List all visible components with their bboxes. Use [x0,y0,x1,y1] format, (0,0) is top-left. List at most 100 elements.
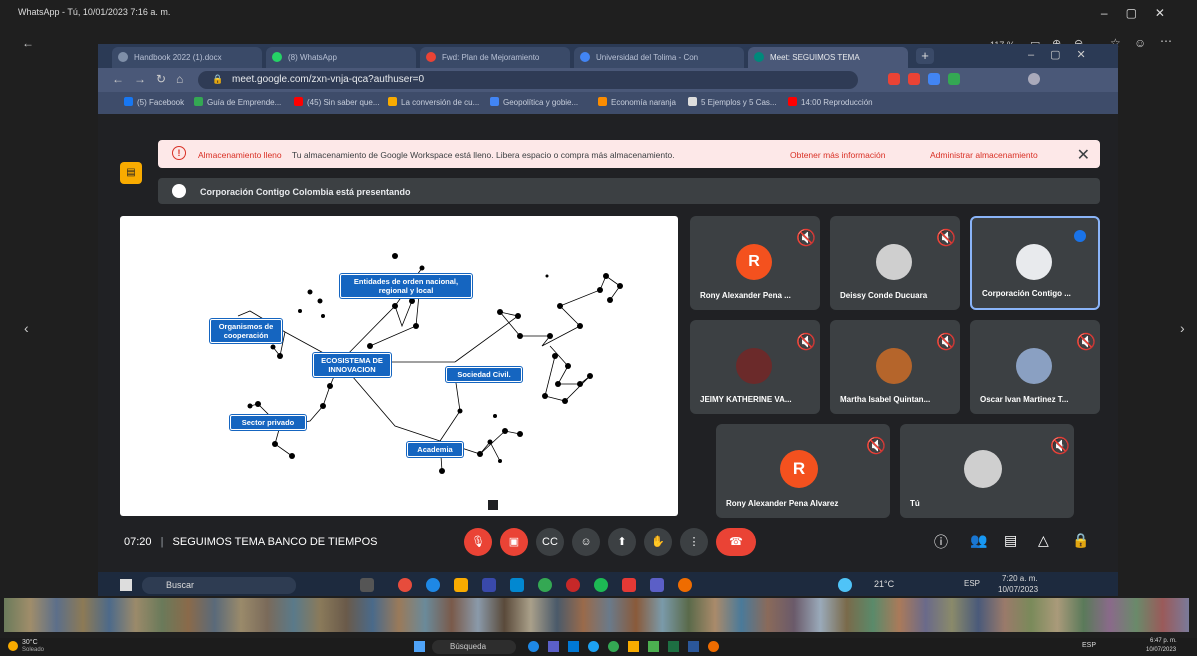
browser-tab-strip: Handbook 2022 (1).docx (8) WhatsApp Fwd:… [98,44,1118,68]
app-icon[interactable] [678,578,692,592]
window-controls[interactable]: –▢✕ [1028,48,1102,61]
raise-hand-button[interactable]: ✋ [644,528,672,556]
taskview-icon[interactable] [360,578,374,592]
language-indicator[interactable]: ESP [964,579,980,588]
mic-off-icon: 🔇 [936,230,956,247]
node-sociedad: Sociedad Civil. [446,367,522,382]
activities-icon[interactable]: △ [1038,532,1049,549]
edge-icon[interactable] [426,578,440,592]
taskbar-search[interactable]: Búsqueda [432,640,516,654]
participant-name: Corporación Contigo ... [982,289,1071,298]
file-explorer-icon[interactable] [628,641,639,652]
next-arrow-icon[interactable]: › [1180,320,1185,336]
meeting-title: SEGUIMOS TEMA BANCO DE TIEMPOS [172,536,378,548]
meet-icon [754,52,764,62]
participant-tile[interactable]: 🔇 Oscar Ivan Martinez T... [970,320,1100,414]
participant-tile[interactable]: 🔇 JEIMY KATHERINE VA... [690,320,820,414]
browser-tab[interactable]: (8) WhatsApp [266,47,416,68]
app-icon[interactable] [528,641,539,652]
filmstrip-thumbnails[interactable] [4,598,1189,632]
mic-off-icon: 🔇 [796,334,816,351]
node-academia: Academia [407,442,463,457]
excel-icon[interactable] [668,641,679,652]
file-explorer-icon[interactable] [454,578,468,592]
participant-tile-speaking[interactable]: Corporación Contigo ... [970,216,1100,310]
spotify-icon[interactable] [594,578,608,592]
bookmark-item[interactable]: (5) Facebook [124,97,184,107]
captions-button[interactable]: CC [536,528,564,556]
weather-temp[interactable]: 30°C [22,639,38,646]
host-controls-icon[interactable]: 🔒 [1072,532,1089,549]
nav-arrows-icon[interactable]: ←→↻⌂ [112,72,193,86]
weather-temp[interactable]: 21°C [874,579,894,589]
browser-tab[interactable]: Handbook 2022 (1).docx [112,47,262,68]
extension-icon[interactable] [948,73,960,85]
app-icon[interactable] [482,578,496,592]
more-options-button[interactable]: ⋮ [680,528,708,556]
present-button[interactable]: ⬆ [608,528,636,556]
bookmark-item[interactable]: La conversión de cu... [388,97,479,107]
windows-start-icon[interactable] [414,641,425,652]
participant-tile[interactable]: 🔇 Deissy Conde Ducuara [830,216,960,310]
browser-tab-active[interactable]: Meet: SEGUIMOS TEMA [748,47,908,68]
language-indicator[interactable]: ESP [1082,642,1096,649]
opera-gx-icon[interactable] [566,578,580,592]
reactions-button[interactable]: ☺ [572,528,600,556]
info-icon[interactable]: ⓘ [934,532,948,552]
bookmark-item[interactable]: 5 Ejemplos y 5 Cas... [688,97,777,107]
browser-tab[interactable]: Universidad del Tolima - Con [574,47,744,68]
leave-call-button[interactable]: ☎ [716,528,756,556]
profile-avatar[interactable] [1028,73,1040,85]
chat-icon[interactable]: ▤ [1004,532,1017,549]
participant-tile[interactable]: 🔇 Martha Isabel Quintan... [830,320,960,414]
bookmark-item[interactable]: Geopolítica y gobie... [490,97,578,107]
app-icon[interactable] [568,641,579,652]
browser-tab[interactable]: Fwd: Plan de Mejoramiento [420,47,570,68]
app-icon[interactable] [838,578,852,592]
app-icon[interactable] [648,641,659,652]
clock-date[interactable]: 10/07/2023 [1146,647,1176,653]
clock-time[interactable]: 6:47 p. m. [1150,638,1177,644]
more-icon[interactable]: ⋯ [1160,34,1172,48]
chrome-icon[interactable] [608,641,619,652]
clock-time[interactable]: 7:20 a. m. [1002,574,1038,583]
opera-icon[interactable] [398,578,412,592]
mail-icon[interactable] [510,578,524,592]
windows-start-icon[interactable] [120,579,132,591]
address-bar-row: ←→↻⌂ 🔒 meet.google.com/zxn-vnja-qca?auth… [98,68,1118,92]
close-banner-button[interactable]: ✕ [1077,145,1090,165]
word-icon[interactable] [688,641,699,652]
more-info-link[interactable]: Obtener más información [790,150,885,160]
app-icon[interactable] [622,578,636,592]
window-controls[interactable]: –▢✕ [1101,6,1183,20]
extension-icon[interactable] [888,73,900,85]
teams-icon[interactable] [650,578,664,592]
bookmark-item[interactable]: Economía naranja [598,97,676,107]
activities-icon[interactable]: ▤ [120,162,142,184]
chrome-icon[interactable] [538,578,552,592]
weather-sun-icon[interactable] [8,641,18,651]
extension-icon[interactable] [928,73,940,85]
manage-storage-link[interactable]: Administrar almacenamiento [930,150,1038,160]
clock-date[interactable]: 10/07/2023 [998,585,1038,594]
people-icon[interactable]: 👥 [970,532,987,549]
mic-toggle-button[interactable]: 🎙 [464,528,492,556]
bookmark-item[interactable]: Guía de Emprende... [194,97,281,107]
app-icon[interactable] [548,641,559,652]
extension-icon[interactable] [908,73,920,85]
app-icon[interactable] [708,641,719,652]
bookmark-item[interactable]: (45) Sin saber que... [294,97,379,107]
url-field[interactable]: 🔒 meet.google.com/zxn-vnja-qca?authuser=… [198,71,858,89]
participant-tile[interactable]: R 🔇 Rony Alexander Pena ... [690,216,820,310]
bookmark-item[interactable]: 14:00 Reproducción [788,97,873,107]
participant-tile-self[interactable]: 🔇 Tú [900,424,1074,518]
edge-icon[interactable] [588,641,599,652]
photo-search-box[interactable]: Buscar [142,577,296,594]
back-arrow-icon[interactable]: ← [22,36,34,50]
emoji-icon[interactable]: ☺ [1134,36,1146,50]
participant-tile[interactable]: R 🔇 Rony Alexander Pena Alvarez [716,424,890,518]
participant-avatar [876,244,912,280]
new-tab-button[interactable]: + [916,48,934,64]
camera-toggle-button[interactable]: ▣ [500,528,528,556]
previous-arrow-icon[interactable]: ‹ [24,320,29,336]
